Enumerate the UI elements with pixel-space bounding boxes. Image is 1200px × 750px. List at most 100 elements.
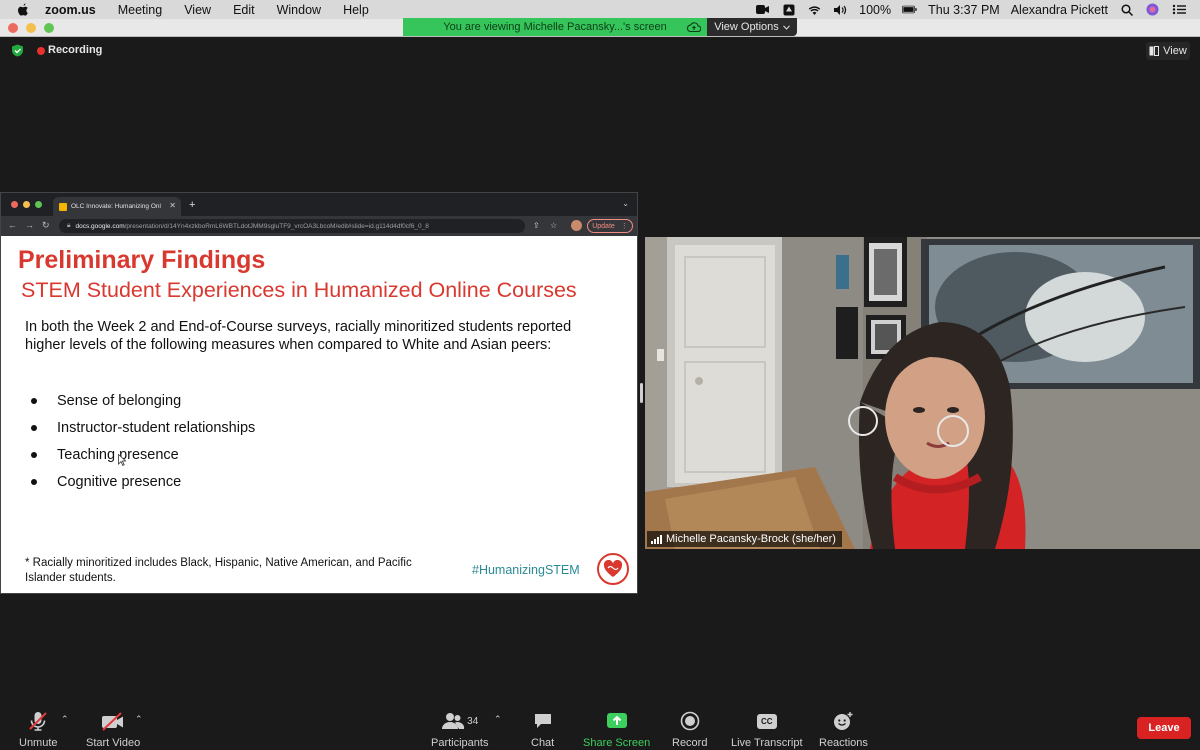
participants-button[interactable]: 34 Participants [431, 710, 488, 749]
participants-icon [442, 713, 465, 729]
volume-icon[interactable] [833, 4, 848, 16]
reactions-button[interactable]: Reactions [819, 710, 868, 749]
browser-update-label: Update [592, 222, 615, 230]
closed-caption-icon: CC [756, 710, 777, 732]
view-layout-button[interactable]: View [1146, 42, 1190, 60]
record-label: Record [672, 737, 708, 749]
leave-meeting-button[interactable]: Leave [1137, 717, 1191, 739]
list-item: Teaching presence [31, 441, 255, 468]
minimize-window-icon[interactable] [26, 23, 36, 33]
layout-icon [1149, 46, 1160, 56]
chat-button[interactable]: Chat [531, 710, 554, 749]
list-item: Instructor-student relationships [31, 414, 255, 441]
cloud-upload-icon[interactable] [687, 21, 701, 33]
video-camera-off-icon [100, 710, 126, 732]
mac-menu-bar: zoom.us Meeting View Edit Window Help 10… [0, 0, 1200, 19]
list-item: Sense of belonging [31, 387, 255, 414]
list-item: Cognitive presence [31, 468, 255, 495]
zoom-status-icon[interactable] [755, 4, 770, 16]
start-video-button[interactable]: Start Video [86, 710, 140, 749]
chevron-down-icon [782, 24, 790, 30]
drive-icon[interactable] [781, 4, 796, 16]
battery-icon[interactable] [902, 4, 917, 16]
video-options-chevron-icon[interactable]: ⌃ [135, 714, 143, 725]
mouse-cursor-icon [118, 454, 126, 466]
share-screen-label: Share Screen [583, 737, 651, 749]
participant-video[interactable]: Michelle Pacansky-Brock (she/her) [645, 237, 1200, 549]
bullet-text: Instructor-student relationships [57, 419, 256, 436]
share-page-icon: ⇪ [533, 221, 540, 230]
address-bar: 🔒︎ docs.google.com /presentation/d/14Yn4… [59, 219, 525, 233]
recording-label[interactable]: Recording [48, 44, 102, 56]
slide-hashtag: #HumanizingSTEM [472, 563, 580, 577]
browser-maximize-icon [35, 201, 42, 208]
reactions-smiley-icon [832, 710, 854, 732]
wifi-icon[interactable] [807, 4, 822, 16]
slide-footnote: * Racially minoritized includes Black, H… [25, 557, 412, 584]
shared-screen-browser: OLC Innovate: Humanizing Onl ✕ + ⌄ ← → ↻… [0, 192, 638, 594]
cc-badge: CC [756, 713, 777, 729]
spotlight-search-icon[interactable] [1119, 3, 1134, 16]
back-arrow-icon: ← [8, 220, 17, 230]
menu-app-zoom[interactable]: zoom.us [45, 3, 96, 17]
unmute-label: Unmute [19, 737, 58, 749]
unmute-button[interactable]: Unmute [19, 710, 58, 749]
slides-favicon-icon [59, 202, 67, 211]
leave-label: Leave [1148, 722, 1180, 734]
bullet-text: Sense of belonging [57, 392, 182, 409]
profile-avatar [571, 220, 582, 231]
start-video-label: Start Video [86, 737, 141, 749]
reload-icon: ↻ [42, 220, 50, 230]
menubar-clock[interactable]: Thu 3:37 PM [928, 3, 1000, 17]
bullet-icon [31, 397, 37, 404]
participants-label: Participants [431, 737, 489, 749]
browser-toolbar: ← → ↻ 🔒︎ docs.google.com /presentation/d… [1, 216, 637, 236]
menubar-user[interactable]: Alexandra Pickett [1011, 3, 1108, 17]
screen-share-banner: You are viewing Michelle Pacansky...'s s… [403, 18, 707, 36]
battery-percent: 100% [859, 2, 892, 17]
control-center-icon[interactable] [1171, 4, 1186, 16]
menu-edit[interactable]: Edit [233, 3, 255, 17]
presentation-slide: Preliminary Findings STEM Student Experi… [1, 236, 637, 593]
microphone-muted-icon [27, 710, 49, 732]
menu-meeting[interactable]: Meeting [118, 3, 162, 17]
view-layout-label: View [1163, 45, 1187, 57]
url-host: docs.google.com [75, 222, 125, 230]
menu-window[interactable]: Window [277, 3, 321, 17]
bullet-text: Cognitive presence [57, 473, 182, 490]
forward-arrow-icon: → [25, 220, 34, 230]
reactions-label: Reactions [819, 737, 868, 749]
browser-tab-strip: OLC Innovate: Humanizing Onl ✕ + ⌄ [1, 193, 637, 216]
heart-logo-icon [597, 553, 629, 585]
browser-minimize-icon [23, 201, 30, 208]
share-screen-button[interactable]: Share Screen [583, 710, 650, 749]
participant-video-feed [645, 237, 1200, 549]
apple-logo-icon[interactable] [17, 3, 29, 17]
slide-title: Preliminary Findings [18, 246, 266, 274]
menu-view[interactable]: View [184, 3, 211, 17]
participants-options-chevron-icon[interactable]: ⌃ [494, 714, 502, 725]
bullet-icon [31, 424, 37, 431]
split-view-resize-handle[interactable] [640, 383, 643, 403]
new-tab-icon: + [189, 199, 196, 211]
live-transcript-label: Live Transcript [731, 737, 803, 749]
share-screen-icon [606, 710, 628, 732]
lock-icon: 🔒︎ [67, 222, 71, 229]
siri-icon[interactable] [1145, 3, 1160, 16]
menu-help[interactable]: Help [343, 3, 369, 17]
security-shield-icon[interactable] [11, 44, 24, 57]
live-transcript-button[interactable]: CC Live Transcript [731, 710, 803, 749]
record-button[interactable]: Record [672, 710, 707, 749]
maximize-window-icon[interactable] [44, 23, 54, 33]
participants-icon-group: 34 [441, 710, 478, 732]
bullet-icon [31, 478, 37, 485]
bookmark-star-icon: ☆ [550, 221, 558, 230]
record-icon [680, 710, 700, 732]
slide-subtitle: STEM Student Experiences in Humanized On… [21, 278, 577, 302]
url-path: /presentation/d/14Yn4xzkboRmL6WBTLdotJMM… [124, 222, 429, 230]
audio-options-chevron-icon[interactable]: ⌃ [61, 714, 69, 725]
view-options-button[interactable]: View Options [707, 18, 797, 36]
slide-body-text: In both the Week 2 and End-of-Course sur… [25, 319, 572, 353]
close-window-icon[interactable] [8, 23, 18, 33]
chat-label: Chat [531, 737, 555, 749]
